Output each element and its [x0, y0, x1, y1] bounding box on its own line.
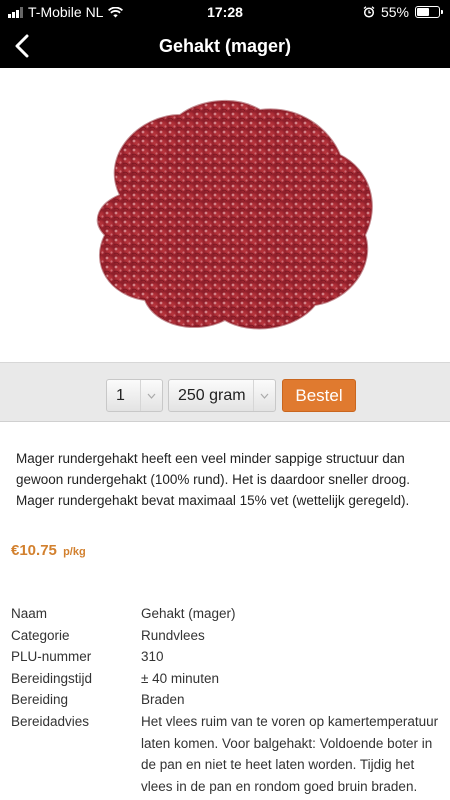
detail-value: ± 40 minuten	[141, 670, 219, 686]
weight-value: 250 gram	[178, 387, 246, 404]
detail-value: Braden	[141, 692, 185, 708]
minced-meat-photo	[96, 99, 373, 330]
detail-key: Bereidingstijd	[11, 670, 93, 686]
order-bar: 1 250 gram Bestel	[0, 362, 450, 422]
price: €10.75 p/kg	[11, 542, 86, 559]
detail-row: Categorie Rundvlees	[11, 625, 441, 647]
detail-key: Naam	[11, 606, 48, 621]
chevron-down-icon	[140, 380, 162, 411]
nav-bar: Gehakt (mager)	[0, 24, 450, 68]
price-unit: p/kg	[63, 546, 86, 558]
detail-key: Categorie	[11, 627, 70, 643]
detail-key: Bereidadvies	[11, 713, 90, 729]
detail-value: Het vlees ruim van te voren op kamertemp…	[141, 713, 439, 794]
detail-row: PLU-nummer 310	[11, 646, 441, 668]
detail-value: Rundvlees	[141, 627, 205, 643]
detail-value: 310	[141, 649, 164, 665]
status-bar: T-Mobile NL 17:28 55%	[0, 0, 450, 24]
detail-row: Bereidadvies Het vlees ruim van te voren…	[11, 711, 441, 800]
order-button[interactable]: Bestel	[282, 379, 356, 412]
page-title: Gehakt (mager)	[158, 36, 292, 56]
quantity-value: 1	[116, 387, 125, 404]
quantity-select[interactable]: 1	[106, 379, 163, 412]
product-description: Mager rundergehakt heeft een veel minder…	[16, 451, 410, 508]
chevron-down-icon	[253, 380, 275, 411]
battery-icon	[415, 6, 443, 18]
battery-fill	[417, 8, 429, 16]
detail-row: Bereidingstijd ± 40 minuten	[11, 668, 441, 690]
price-value: €10.75	[11, 542, 57, 559]
detail-row: Bereiding Braden	[11, 689, 441, 711]
detail-value: Gehakt (mager)	[141, 606, 236, 621]
battery-percent: 55%	[380, 4, 409, 20]
product-image	[0, 68, 450, 362]
detail-key: PLU-nummer	[11, 649, 92, 665]
detail-row: Naam Gehakt (mager)	[11, 603, 441, 625]
detail-key: Bereiding	[11, 692, 69, 708]
weight-select[interactable]: 250 gram	[168, 379, 276, 412]
product-details: Naam Gehakt (mager) Categorie Rundvlees …	[11, 603, 441, 800]
status-right: 55%	[363, 4, 443, 20]
alarm-icon	[363, 6, 375, 18]
